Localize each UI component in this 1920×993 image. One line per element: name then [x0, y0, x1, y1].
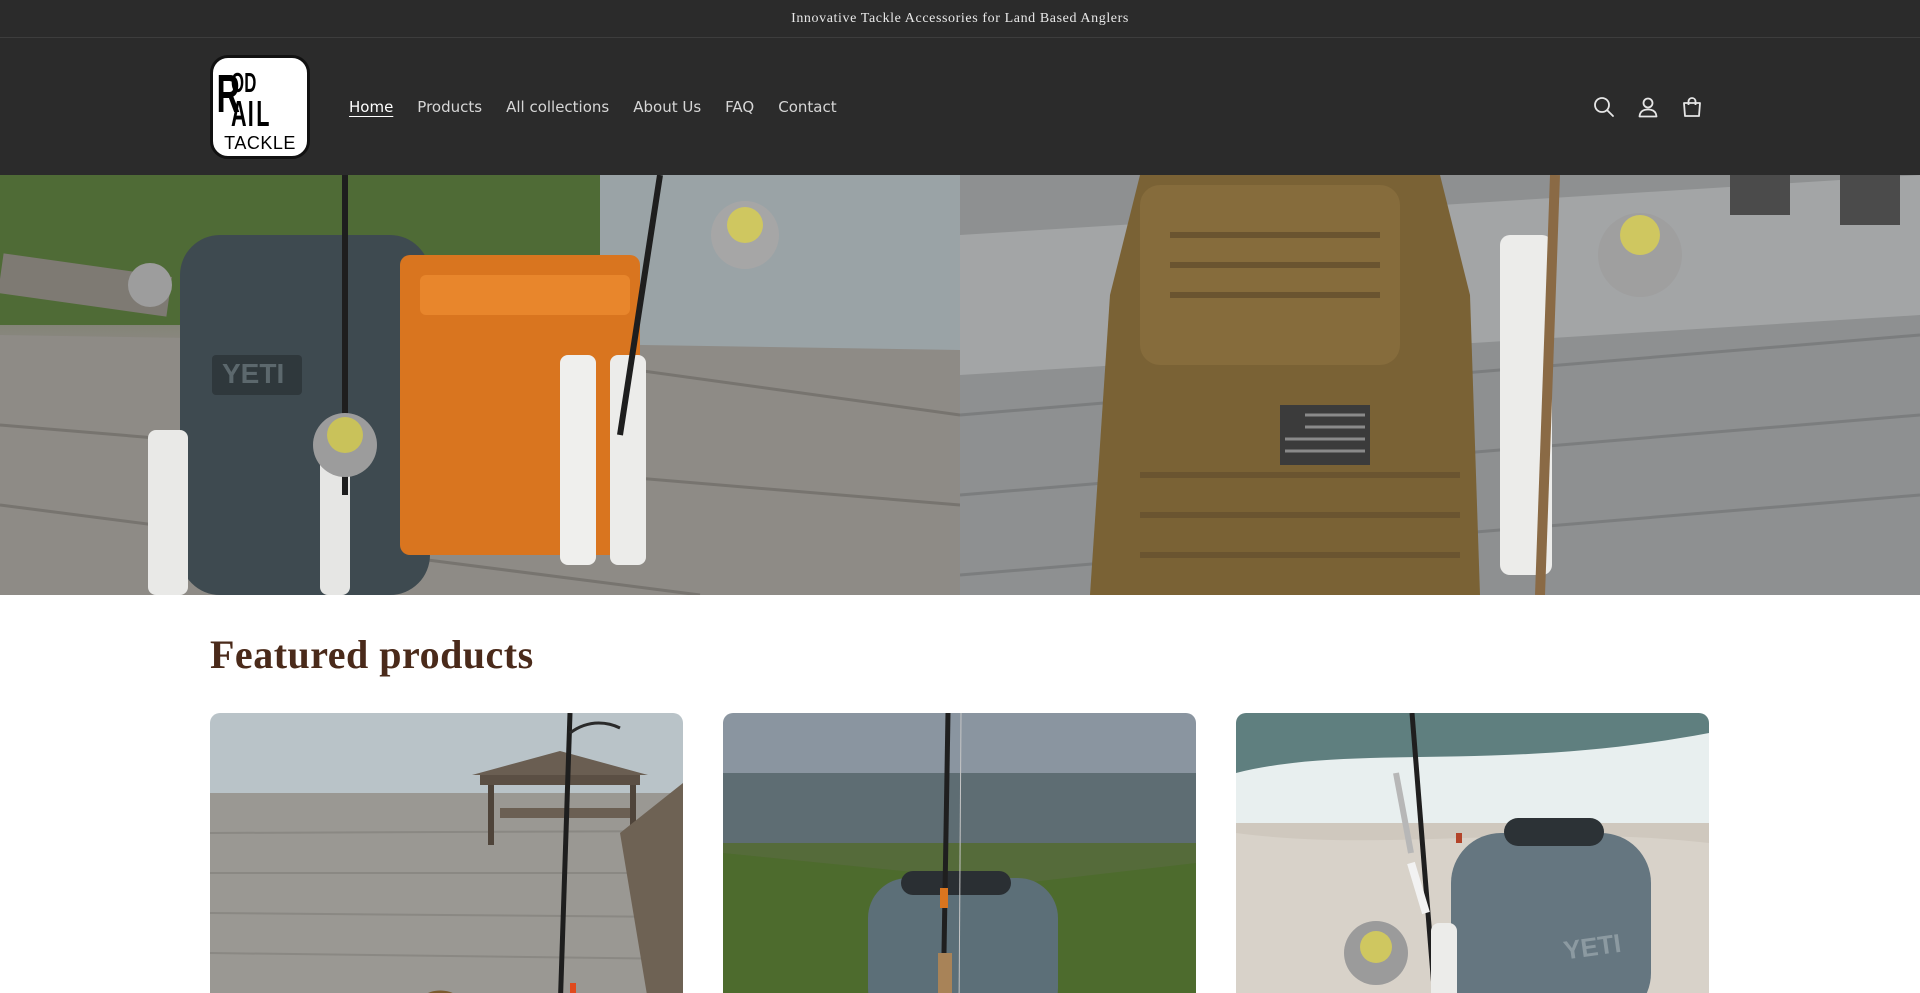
hero-image-left: YETI [0, 175, 960, 595]
nav-link-faq[interactable]: FAQ [725, 98, 754, 116]
hero-right-illustration [960, 175, 1920, 595]
product-card[interactable]: YETI [723, 713, 1196, 993]
svg-text:O: O [231, 67, 244, 99]
brand-logo[interactable]: R O D A I L TACKLE [210, 55, 310, 159]
nav-link-products[interactable]: Products [417, 98, 482, 116]
section-title: Featured products [210, 632, 534, 677]
svg-text:YETI: YETI [222, 358, 284, 389]
cart-icon[interactable] [1681, 96, 1703, 118]
product-card[interactable] [210, 713, 683, 993]
announcement-text: Innovative Tackle Accessories for Land B… [791, 10, 1129, 26]
logo-graphic: R O D A I L [217, 65, 270, 132]
svg-text:D: D [244, 67, 256, 99]
hero-banner: YETI [0, 175, 1920, 595]
main-nav: Home Products All collections About Us F… [349, 38, 861, 175]
announcement-bar: Innovative Tackle Accessories for Land B… [0, 0, 1920, 38]
product-grid: YETI YETI [210, 713, 1709, 993]
product-image: YETI [1236, 713, 1709, 993]
svg-text:A: A [231, 94, 247, 132]
header-icons [1593, 38, 1703, 175]
product-card[interactable]: YETI [1236, 713, 1709, 993]
hero-left-illustration: YETI [0, 175, 960, 595]
nav-link-home[interactable]: Home [349, 98, 393, 116]
hero-image-right [960, 175, 1920, 595]
product-image [210, 713, 683, 993]
product-image: YETI [723, 713, 1196, 993]
svg-text:I: I [248, 94, 254, 132]
nav-link-about-us[interactable]: About Us [633, 98, 701, 116]
nav-link-all-collections[interactable]: All collections [506, 98, 609, 116]
search-icon[interactable] [1593, 96, 1615, 118]
featured-products-section: Featured products YETI [0, 595, 1920, 993]
nav-link-contact[interactable]: Contact [778, 98, 836, 116]
account-icon[interactable] [1637, 96, 1659, 118]
site-header: R O D A I L TACKLE Home Products All col… [0, 38, 1920, 175]
svg-text:L: L [256, 94, 269, 132]
logo-word: TACKLE [224, 133, 296, 153]
